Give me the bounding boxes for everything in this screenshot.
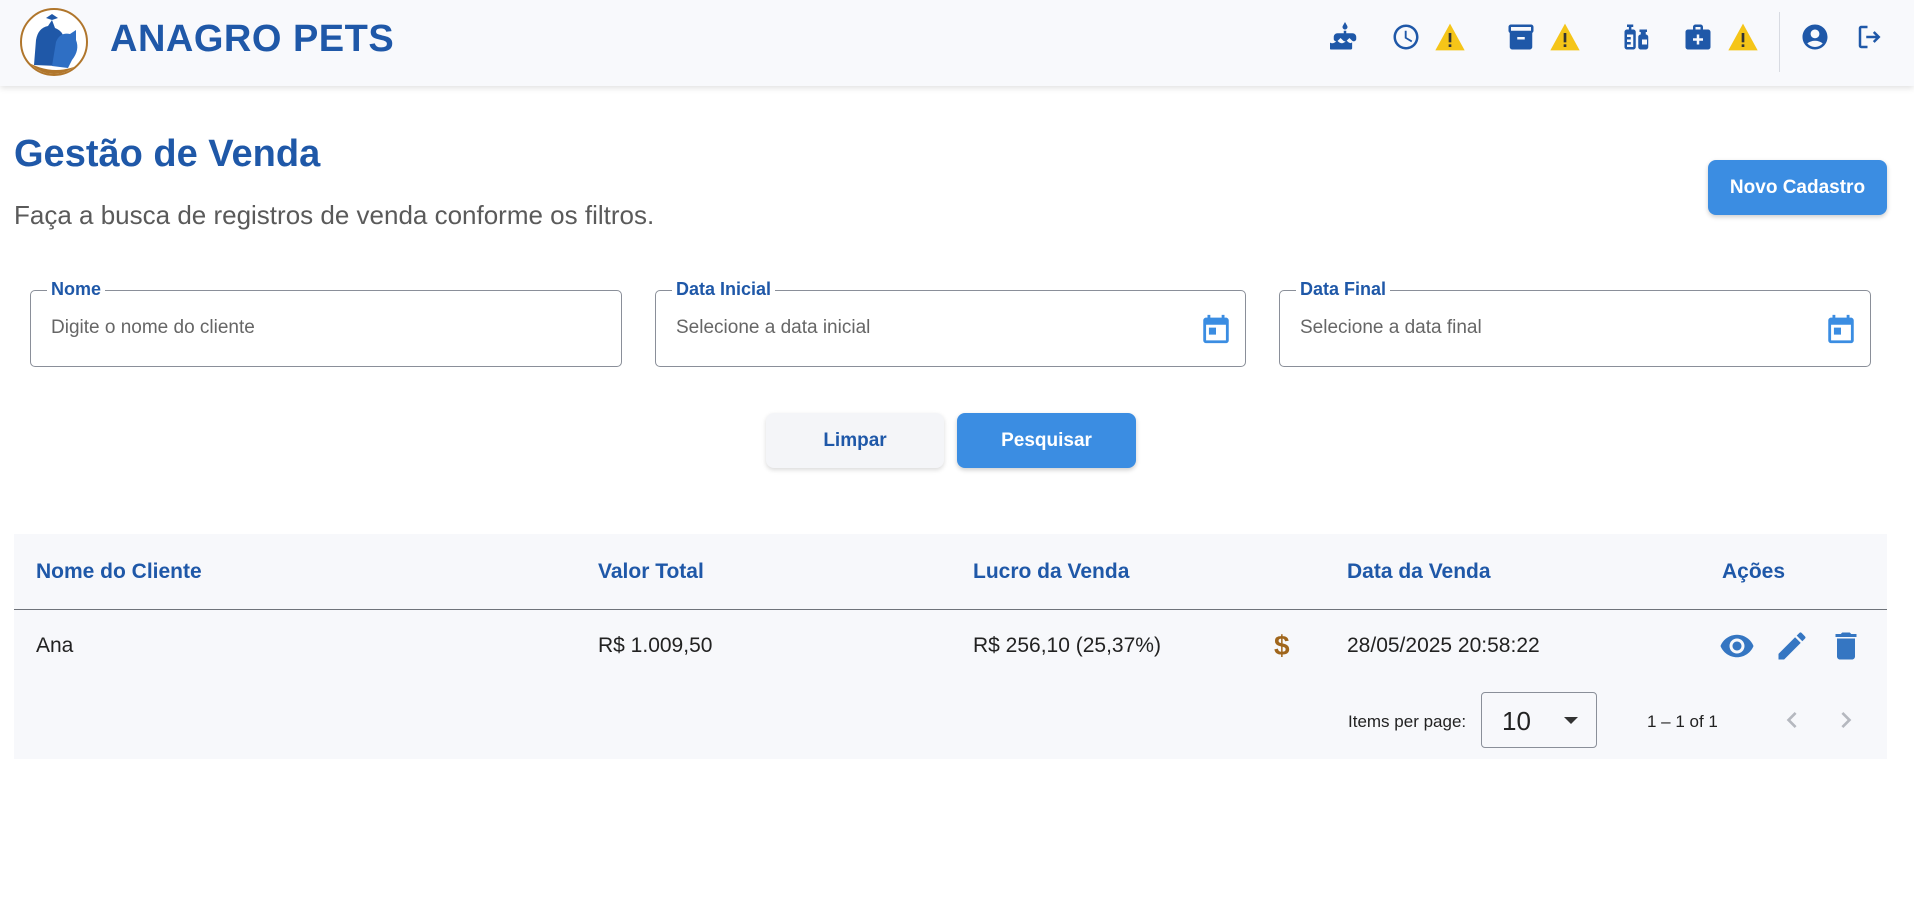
- column-header-actions: Ações: [1722, 560, 1786, 583]
- column-header-client[interactable]: Nome do Cliente: [36, 560, 202, 584]
- search-button[interactable]: Pesquisar: [957, 413, 1136, 468]
- warning-icon: [1726, 20, 1760, 54]
- start-date-field: Data Inicial: [655, 279, 1246, 367]
- start-date-label: Data Inicial: [672, 279, 776, 300]
- new-record-button[interactable]: Novo Cadastro: [1708, 160, 1887, 215]
- table-header: Nome do Cliente Valor Total Lucro da Ven…: [14, 534, 1887, 610]
- account-icon[interactable]: [1798, 20, 1832, 54]
- dropdown-arrow-icon: [1564, 717, 1578, 724]
- warning-icon: [1433, 20, 1467, 54]
- cake-icon[interactable]: [1328, 20, 1362, 54]
- previous-page-icon[interactable]: [1776, 704, 1808, 736]
- page-size-select[interactable]: 10: [1481, 692, 1597, 748]
- edit-icon[interactable]: [1774, 628, 1810, 664]
- vaccine-icon[interactable]: [1620, 20, 1654, 54]
- dollar-icon: $: [1274, 630, 1290, 661]
- end-date-label: Data Final: [1296, 279, 1391, 300]
- clock-icon[interactable]: [1389, 20, 1423, 54]
- next-page-icon[interactable]: [1830, 704, 1862, 736]
- brand-logo[interactable]: [20, 8, 88, 76]
- cell-client: Ana: [36, 634, 74, 657]
- page-title: Gestão de Venda: [14, 133, 321, 175]
- page-size-value: 10: [1502, 706, 1531, 736]
- name-input[interactable]: [51, 317, 451, 339]
- page-range: 1 – 1 of 1: [1647, 712, 1718, 731]
- items-per-page-label: Items per page:: [1348, 712, 1467, 731]
- calendar-icon[interactable]: [1199, 312, 1233, 346]
- start-date-input[interactable]: [676, 317, 1076, 339]
- cell-date: 28/05/2025 20:58:22: [1347, 634, 1540, 657]
- end-date-input[interactable]: [1300, 317, 1700, 339]
- header-divider: [1779, 12, 1780, 72]
- brand-name: ANAGRO PETS: [110, 18, 395, 60]
- top-bar: ANAGRO PETS: [0, 0, 1914, 86]
- name-field: Nome: [30, 279, 622, 367]
- sales-table: Nome do Cliente Valor Total Lucro da Ven…: [14, 534, 1887, 759]
- cell-profit: R$ 256,10 (25,37%): [973, 634, 1161, 657]
- end-date-field: Data Final: [1279, 279, 1871, 367]
- column-header-profit[interactable]: Lucro da Venda: [973, 560, 1129, 584]
- calendar-icon[interactable]: [1824, 312, 1858, 346]
- cell-total: R$ 1.009,50: [598, 634, 713, 657]
- page-subtitle: Faça a busca de registros de venda confo…: [14, 200, 655, 230]
- view-icon[interactable]: [1719, 628, 1755, 664]
- delete-icon[interactable]: [1828, 628, 1864, 664]
- column-header-date[interactable]: Data da Venda: [1347, 560, 1491, 584]
- warning-icon: [1548, 20, 1582, 54]
- clear-button[interactable]: Limpar: [766, 413, 944, 468]
- medical-kit-icon[interactable]: [1681, 20, 1715, 54]
- name-field-label: Nome: [47, 279, 106, 300]
- archive-icon[interactable]: [1504, 20, 1538, 54]
- logout-icon[interactable]: [1853, 20, 1887, 54]
- column-header-total[interactable]: Valor Total: [598, 560, 704, 584]
